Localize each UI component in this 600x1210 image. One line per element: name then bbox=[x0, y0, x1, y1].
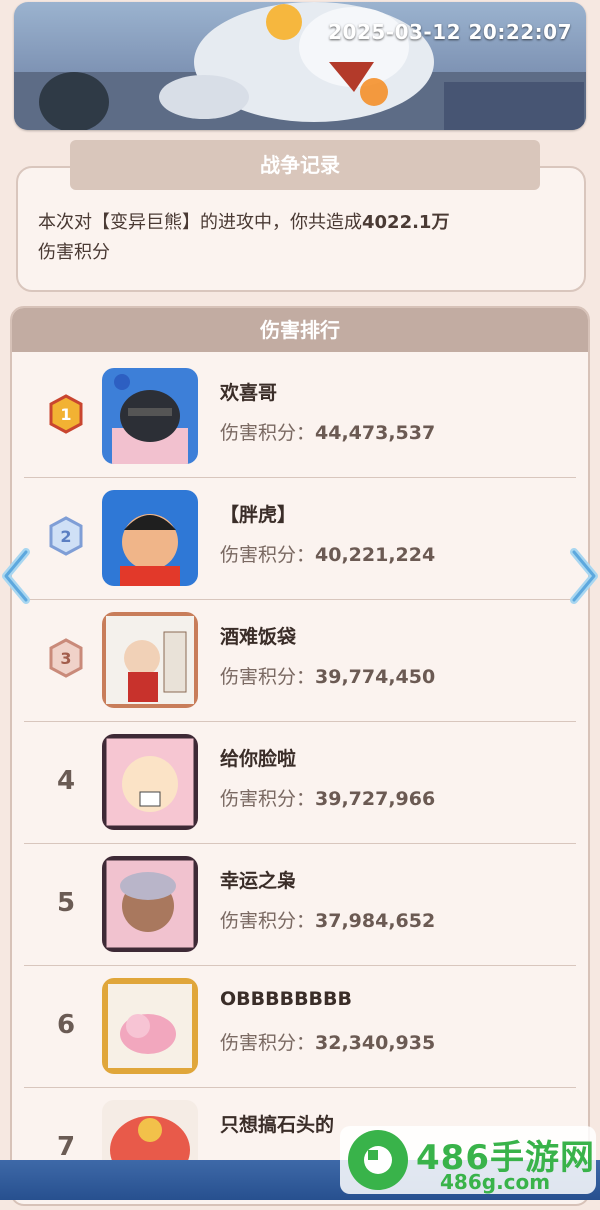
ranking-title: 伤害排行 bbox=[12, 308, 588, 352]
score-value: 37,984,652 bbox=[315, 910, 436, 932]
avatar[interactable] bbox=[102, 978, 198, 1074]
timestamp: 2025-03-12 20:22:07 bbox=[328, 20, 572, 44]
bronze-medal-icon: 3 bbox=[49, 638, 83, 678]
ranking-row[interactable]: 5 幸运之枭 伤害积分：37,984,652 bbox=[24, 844, 576, 966]
avatar[interactable] bbox=[102, 734, 198, 830]
svg-text:3: 3 bbox=[60, 649, 71, 668]
score-label: 伤害积分： bbox=[220, 666, 316, 688]
score-label: 伤害积分： bbox=[220, 1032, 316, 1054]
score-value: 39,774,450 bbox=[315, 666, 436, 688]
ranking-row[interactable]: 3 酒难饭袋 伤害积分：39,774,450 bbox=[24, 600, 576, 722]
event-banner: 2025-03-12 20:22:07 bbox=[14, 2, 586, 130]
ranking-row[interactable]: 4 给你脸啦 伤害积分：39,727,966 bbox=[24, 722, 576, 844]
avatar[interactable] bbox=[102, 612, 198, 708]
svg-text:2: 2 bbox=[60, 527, 71, 546]
rank-number: 6 bbox=[56, 1010, 76, 1040]
score-value: 39,727,966 bbox=[315, 788, 436, 810]
rank-number: 4 bbox=[56, 766, 76, 796]
player-score: 伤害积分：39,774,450 bbox=[220, 662, 435, 689]
rank-number: 7 bbox=[56, 1132, 76, 1162]
watermark-url: 486g.com bbox=[440, 1170, 551, 1194]
score-value: 40,221,224 bbox=[315, 544, 436, 566]
avatar[interactable] bbox=[102, 856, 198, 952]
score-label: 伤害积分： bbox=[220, 910, 316, 932]
record-amount: 4022.1万 bbox=[362, 212, 450, 233]
score-value: 32,340,935 bbox=[315, 1032, 436, 1054]
score-label: 伤害积分： bbox=[220, 788, 316, 810]
player-name: OBBBBBBBB bbox=[220, 988, 353, 1010]
war-record-text: 本次对【变异巨熊】的进攻中，你共造成4022.1万 伤害积分 bbox=[38, 208, 548, 268]
previous-arrow-icon[interactable] bbox=[0, 548, 30, 604]
avatar[interactable] bbox=[102, 368, 198, 464]
score-label: 伤害积分： bbox=[220, 544, 316, 566]
rank-number: 5 bbox=[56, 888, 76, 918]
ranking-row[interactable]: 6 OBBBBBBBB 伤害积分：32,340,935 bbox=[24, 966, 576, 1088]
svg-text:1: 1 bbox=[60, 405, 71, 424]
player-score: 伤害积分：39,727,966 bbox=[220, 784, 435, 811]
record-text-after: 伤害积分 bbox=[38, 242, 110, 263]
player-name: 只想搞石头的 bbox=[220, 1114, 335, 1136]
player-score: 伤害积分：37,984,652 bbox=[220, 906, 435, 933]
player-score: 伤害积分：44,473,537 bbox=[220, 418, 435, 445]
player-name: 酒难饭袋 bbox=[220, 626, 297, 648]
player-score: 伤害积分：40,221,224 bbox=[220, 540, 435, 567]
score-value: 44,473,537 bbox=[315, 422, 436, 444]
player-name: 欢喜哥 bbox=[220, 382, 278, 404]
record-text-before: 本次对【变异巨熊】的进攻中，你共造成 bbox=[38, 212, 362, 233]
gold-medal-icon: 1 bbox=[49, 394, 83, 434]
player-score: 伤害积分：32,340,935 bbox=[220, 1028, 435, 1055]
score-label: 伤害积分： bbox=[220, 422, 316, 444]
next-arrow-icon[interactable] bbox=[570, 548, 600, 604]
ranking-row[interactable]: 2 【胖虎】 伤害积分：40,221,224 bbox=[24, 478, 576, 600]
ranking-row[interactable]: 1 欢喜哥 伤害积分：44,473,537 bbox=[24, 356, 576, 478]
player-name: 幸运之枭 bbox=[220, 870, 297, 892]
avatar[interactable] bbox=[102, 490, 198, 586]
silver-medal-icon: 2 bbox=[49, 516, 83, 556]
player-name: 给你脸啦 bbox=[220, 748, 297, 770]
war-record-title: 战争记录 bbox=[260, 153, 340, 177]
player-name: 【胖虎】 bbox=[220, 504, 297, 526]
